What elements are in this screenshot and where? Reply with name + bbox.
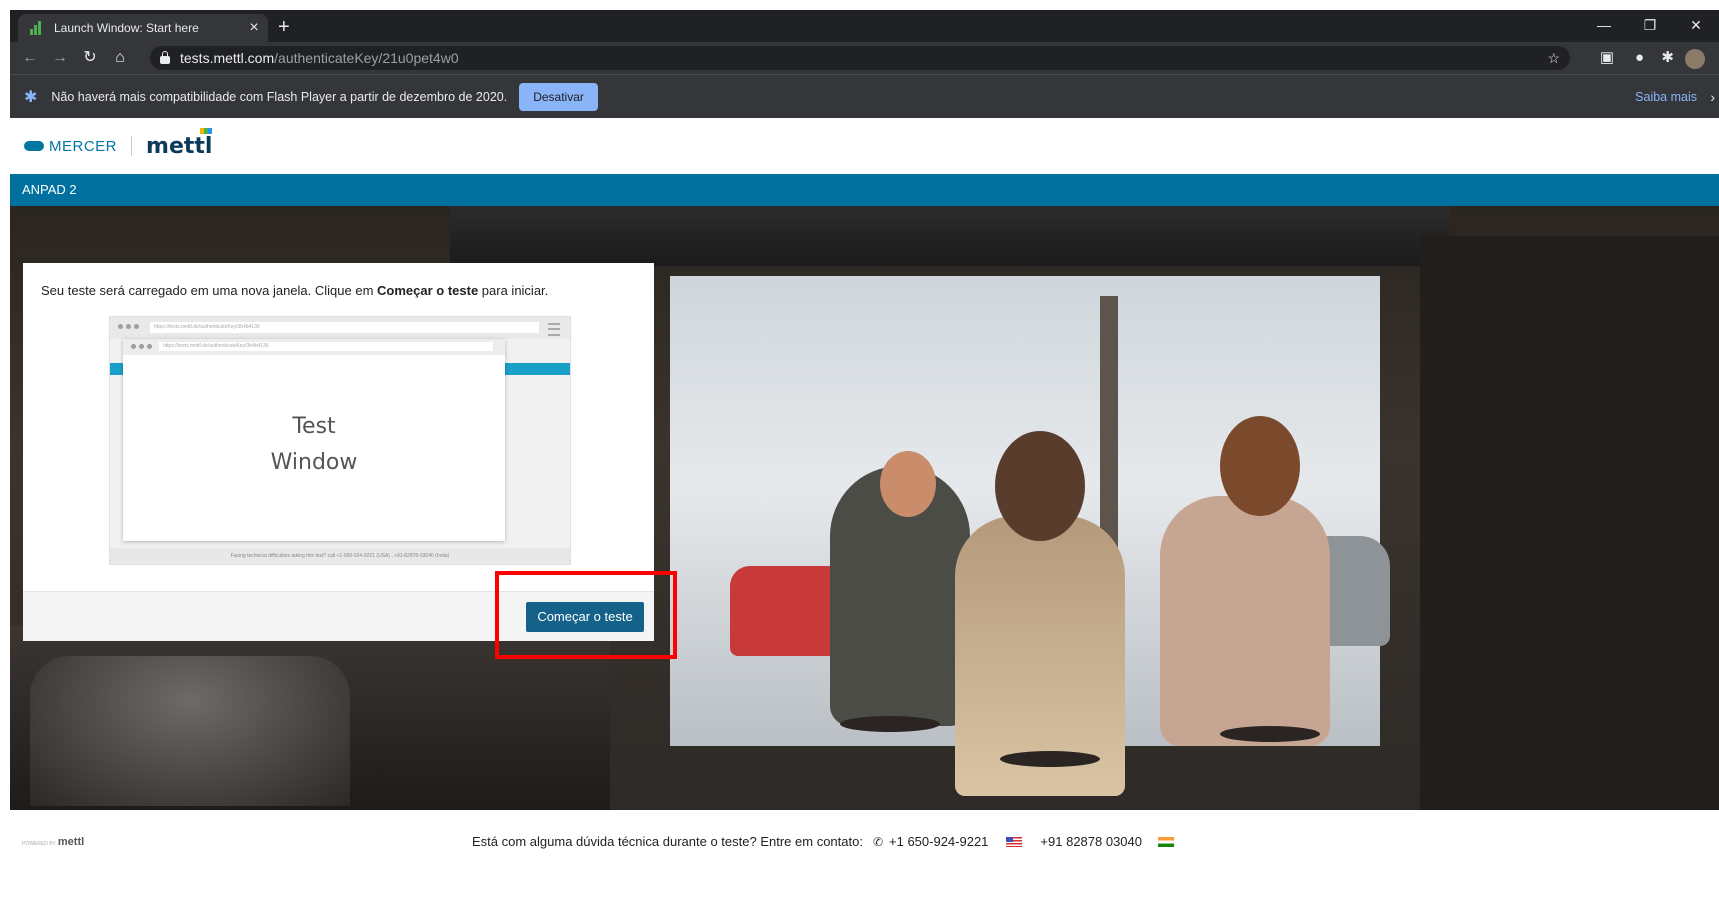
- tab-title: Launch Window: Start here: [54, 21, 199, 35]
- phone-icon: ✆: [872, 834, 884, 849]
- logo-divider: [131, 136, 133, 156]
- stool: [1220, 726, 1320, 742]
- preview-text: Test Window: [270, 414, 358, 475]
- flash-infobar: ✱ Não haverá mais compatibilidade com Fl…: [10, 74, 1719, 119]
- tab-close-icon[interactable]: ×: [240, 19, 268, 37]
- url-host: tests.mettl.com: [180, 50, 275, 66]
- minimize-icon[interactable]: —: [1581, 10, 1627, 42]
- forward-icon[interactable]: →: [48, 42, 72, 74]
- phone-us[interactable]: +1 650-924-9221: [889, 834, 988, 849]
- browser-window: Launch Window: Start here × + — ❐ ✕ ← → …: [10, 10, 1719, 922]
- hamburger-icon: [548, 323, 560, 336]
- person-right-head: [1220, 416, 1300, 516]
- preview-inner-window: https://tests.mettl.de/authenticateKey/3…: [123, 339, 505, 541]
- person-right: [1160, 496, 1330, 746]
- extensions-puzzle-icon[interactable]: ✱: [1661, 42, 1674, 74]
- us-flag-icon: [1006, 836, 1023, 847]
- new-tab-button[interactable]: +: [278, 14, 290, 40]
- right-wall: [1420, 236, 1719, 810]
- restore-icon[interactable]: ❐: [1627, 10, 1673, 42]
- person-left-head: [880, 451, 936, 517]
- address-bar-row: ← → ↻ ⌂ tests.mettl.com/authenticateKey/…: [10, 42, 1719, 74]
- bookmark-star-icon[interactable]: ☆: [1547, 50, 1560, 67]
- close-window-icon[interactable]: ✕: [1673, 10, 1719, 42]
- puzzle-icon: ✱: [24, 89, 38, 106]
- mettl-logo: mettl: [146, 127, 213, 159]
- window-dots-icon: [131, 344, 152, 349]
- powered-by-logo: POWERED BY mettl: [22, 836, 85, 848]
- preview-url: https://tests.mettl.de/authenticateKey/3…: [150, 322, 539, 333]
- preview-inner-toolbar: https://tests.mettl.de/authenticateKey/3…: [123, 339, 505, 355]
- page-footer: POWERED BY mettl Está com alguma dúvida t…: [10, 810, 1719, 922]
- launch-message: Seu teste será carregado em uma nova jan…: [41, 283, 549, 298]
- window-dots-icon: [118, 324, 139, 329]
- mettl-favicon-icon: [30, 21, 46, 35]
- extension-icon[interactable]: ▣: [1600, 42, 1614, 74]
- test-window-preview: https://tests.mettl.de/authenticateKey/3…: [109, 316, 571, 565]
- profile-avatar[interactable]: [1685, 49, 1705, 69]
- india-flag-icon: [1158, 836, 1174, 847]
- home-icon[interactable]: ⌂: [108, 42, 132, 74]
- window-controls: — ❐ ✕: [1581, 10, 1719, 42]
- mercer-logo: MERCER: [24, 138, 117, 155]
- stool: [1000, 751, 1100, 767]
- learn-more-link[interactable]: Saiba mais: [1635, 90, 1697, 104]
- infobar-message: Não haverá mais compatibilidade com Flas…: [51, 90, 508, 104]
- disable-button[interactable]: Desativar: [519, 83, 598, 111]
- support-text: Está com alguma dúvida técnica durante o…: [472, 834, 863, 849]
- back-icon[interactable]: ←: [18, 42, 42, 74]
- browser-tab[interactable]: Launch Window: Start here ×: [18, 14, 268, 42]
- tab-bar: Launch Window: Start here × + — ❐ ✕: [10, 10, 1719, 42]
- preview-footer: Facing technical difficulties taking thi…: [110, 548, 570, 564]
- phone-india[interactable]: +91 82878 03040: [1040, 834, 1142, 849]
- url-field[interactable]: tests.mettl.com/authenticateKey/21u0pet4…: [150, 46, 1570, 70]
- preview-toolbar: https://tests.mettl.de/authenticateKey/3…: [110, 317, 570, 339]
- preview-inner-url: https://tests.mettl.de/authenticateKey/3…: [159, 342, 493, 351]
- reload-icon[interactable]: ↻: [78, 42, 102, 74]
- awning: [450, 206, 1450, 266]
- lock-icon: [160, 51, 170, 64]
- infobar-close-icon[interactable]: ›: [1710, 89, 1715, 105]
- mercer-logo-icon: [24, 141, 44, 151]
- support-contact: Está com alguma dúvida técnica durante o…: [472, 834, 1174, 849]
- brand-header: MERCER mettl: [10, 118, 1719, 174]
- coffee-machine: [30, 656, 350, 806]
- stool: [840, 716, 940, 732]
- section-title: ANPAD 2: [22, 182, 77, 197]
- chat-extension-icon[interactable]: ●: [1635, 42, 1644, 74]
- person-center-head: [995, 431, 1085, 541]
- hero-background-image: Seu teste será carregado em uma nova jan…: [10, 206, 1719, 810]
- url-path: /authenticateKey/21u0pet4w0: [274, 50, 459, 66]
- section-bar: ANPAD 2: [10, 174, 1719, 206]
- highlight-box: [495, 571, 677, 659]
